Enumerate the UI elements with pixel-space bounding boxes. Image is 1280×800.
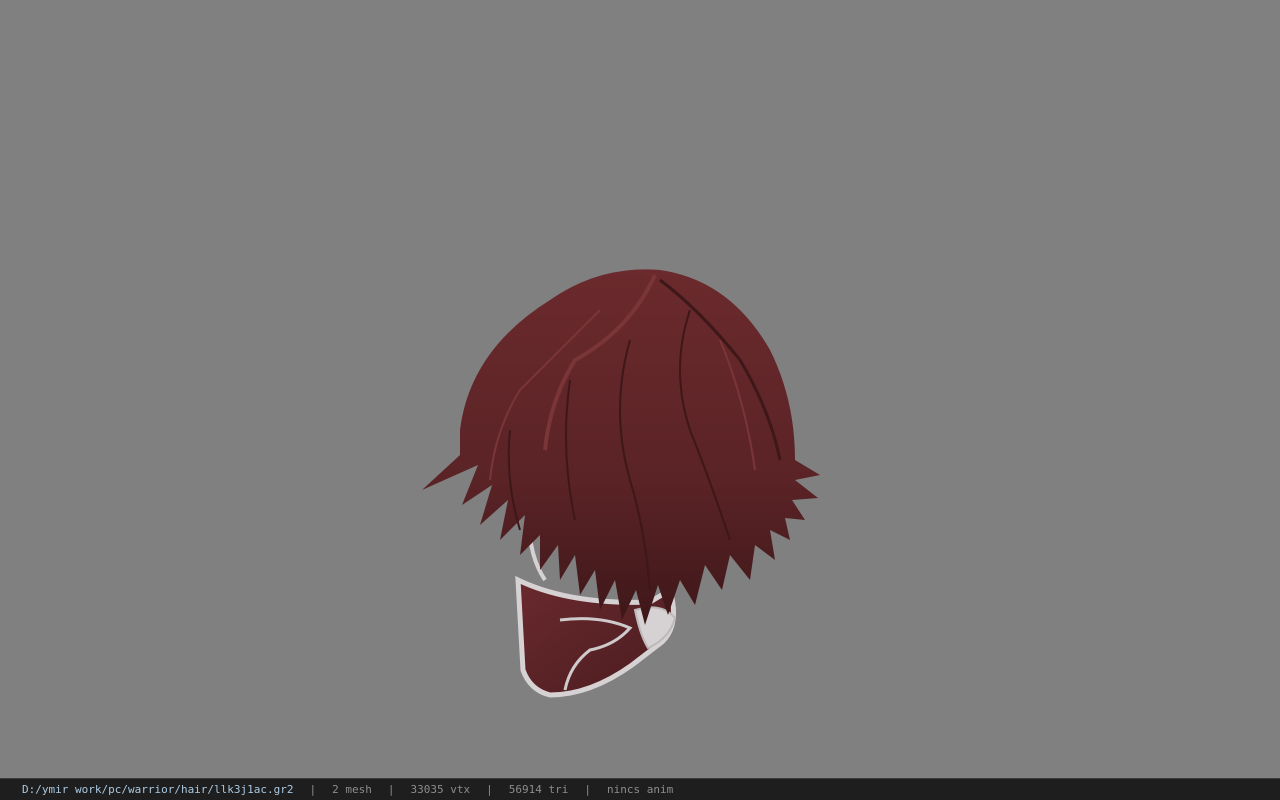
hair-mesh-icon (422, 269, 820, 698)
3d-viewport[interactable] (0, 0, 1280, 778)
hair-mesh (422, 269, 820, 625)
animation-status: nincs anim (607, 783, 674, 796)
triangle-count: 56914 tri (508, 783, 569, 796)
file-path: D:/ymir work/pc/warrior/hair/llk3j1ac.gr… (22, 783, 294, 796)
separator: | (584, 783, 591, 796)
vertex-count: 33035 vtx (410, 783, 471, 796)
separator: | (309, 783, 317, 796)
separator: | (486, 783, 493, 796)
separator: | (387, 783, 395, 796)
mesh-count: 2 mesh (332, 783, 372, 796)
status-bar: D:/ymir work/pc/warrior/hair/llk3j1ac.gr… (0, 778, 1280, 800)
